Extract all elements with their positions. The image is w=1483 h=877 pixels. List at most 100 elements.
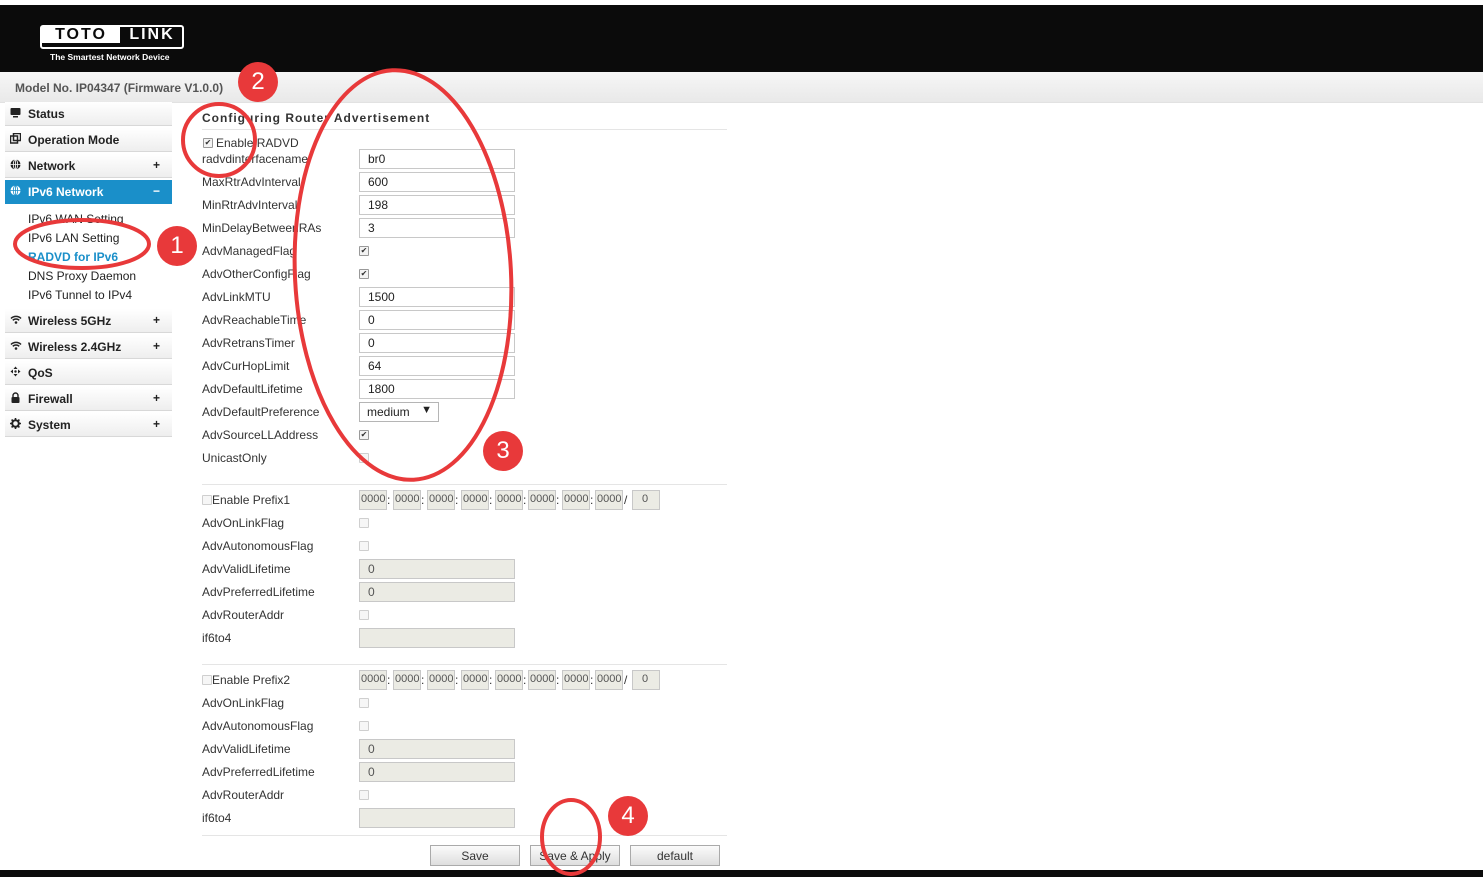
submenu-item-ipv6-lan[interactable]: IPv6 LAN Setting <box>5 229 172 248</box>
field-label: AdvDefaultPreference <box>202 405 320 419</box>
annotation-badge-2: 2 <box>238 62 278 102</box>
page-title: Configuring Router Advertisement <box>202 111 431 125</box>
advsourcelladdress-checkbox[interactable]: ✔ <box>359 430 369 440</box>
prefix-slash: / <box>624 673 628 687</box>
prefix2-preferredlifetime-input[interactable] <box>359 762 515 782</box>
prefix2-segment-7[interactable]: 0000 <box>562 670 590 690</box>
wifi-icon <box>9 340 22 353</box>
sidebar-item-status[interactable]: Status <box>5 102 172 126</box>
prefix2-segment-5[interactable]: 0000 <box>495 670 523 690</box>
submenu-item-ipv6-wan[interactable]: IPv6 WAN Setting <box>5 210 172 229</box>
field-label: AdvAutonomousFlag <box>202 719 314 733</box>
prefix2-routeraddr-checkbox[interactable] <box>359 790 369 800</box>
prefix1-if6to4-input[interactable] <box>359 628 515 648</box>
logo-text-left: TOTO <box>42 27 120 43</box>
enable-prefix1-checkbox[interactable] <box>202 495 212 505</box>
sidebar-item-system[interactable]: System + <box>5 413 172 437</box>
advlinkmtu-input[interactable] <box>359 287 515 307</box>
prefix1-segment-1[interactable]: 0000 <box>359 490 387 510</box>
prefix2-preferred-row: AdvPreferredLifetime <box>202 762 727 782</box>
prefix1-validlifetime-input[interactable] <box>359 559 515 579</box>
prefix1-segment-8[interactable]: 0000 <box>595 490 623 510</box>
sidebar-item-wireless-5ghz[interactable]: Wireless 5GHz + <box>5 309 172 333</box>
enable-prefix2-row: Enable Prefix2 0000 : 0000 : 0000 : 0000… <box>202 670 727 690</box>
prefix2-segment-4[interactable]: 0000 <box>461 670 489 690</box>
prefix2-if6to4-input[interactable] <box>359 808 515 828</box>
segment-colon: : <box>556 493 560 507</box>
enable-radvd-label: Enable RADVD <box>216 136 299 150</box>
prefix2-validlifetime-input[interactable] <box>359 739 515 759</box>
field-label: AdvOnLinkFlag <box>202 696 285 710</box>
expand-icon: + <box>152 339 160 353</box>
prefix1-segment-5[interactable]: 0000 <box>495 490 523 510</box>
prefix1-segment-6[interactable]: 0000 <box>528 490 556 510</box>
sidebar-item-qos[interactable]: QoS <box>5 361 172 385</box>
prefix2-segment-3[interactable]: 0000 <box>427 670 455 690</box>
title-divider <box>202 129 727 130</box>
field-label: AdvValidLifetime <box>202 562 291 576</box>
unicastonly-checkbox[interactable] <box>359 453 369 463</box>
advcurhoplimit-input[interactable] <box>359 356 515 376</box>
header-bar: TOTO LINK The Smartest Network Device <box>0 5 1483 72</box>
expand-icon: + <box>152 391 160 405</box>
prefix1-autonomous-checkbox[interactable] <box>359 541 369 551</box>
maxrtradvinterval-input[interactable] <box>359 172 515 192</box>
prefix2-autonomous-checkbox[interactable] <box>359 721 369 731</box>
sidebar-item-wireless-24ghz[interactable]: Wireless 2.4GHz + <box>5 335 172 359</box>
advreachabletime-input[interactable] <box>359 310 515 330</box>
prefix1-segment-3[interactable]: 0000 <box>427 490 455 510</box>
prefix2-segment-8[interactable]: 0000 <box>595 670 623 690</box>
operation-mode-icon <box>9 132 22 146</box>
field-label: AdvPreferredLifetime <box>202 585 315 599</box>
radvdinterfacename-input[interactable] <box>359 149 515 169</box>
radvdinterfacename-row: radvdinterfacename <box>202 149 727 169</box>
advretranstimer-input[interactable] <box>359 333 515 353</box>
prefix2-segment-1[interactable]: 0000 <box>359 670 387 690</box>
field-label: MinRtrAdvInterval <box>202 198 298 212</box>
advotherconfigflag-checkbox[interactable]: ✔ <box>359 269 369 279</box>
totolink-logo[interactable]: TOTO LINK The Smartest Network Device <box>40 25 186 65</box>
save-apply-button[interactable]: Save & Apply <box>530 845 620 866</box>
prefix2-onlink-checkbox[interactable] <box>359 698 369 708</box>
prefix1-segment-7[interactable]: 0000 <box>562 490 590 510</box>
advdefaultlifetime-input[interactable] <box>359 379 515 399</box>
prefix1-preferredlifetime-input[interactable] <box>359 582 515 602</box>
minrtradvinterval-input[interactable] <box>359 195 515 215</box>
enable-prefix2-checkbox[interactable] <box>202 675 212 685</box>
sidebar-item-operation-mode[interactable]: Operation Mode <box>5 128 172 152</box>
prefix1-segment-4[interactable]: 0000 <box>461 490 489 510</box>
prefix1-routeraddr-checkbox[interactable] <box>359 610 369 620</box>
prefix2-segment-6[interactable]: 0000 <box>528 670 556 690</box>
globe-icon <box>9 159 22 172</box>
prefix2-length[interactable]: 0 <box>632 670 660 690</box>
advmanagedflag-checkbox[interactable]: ✔ <box>359 246 369 256</box>
field-label: AdvManagedFlag <box>202 244 297 258</box>
segment-colon: : <box>489 673 493 687</box>
prefix1-onlink-checkbox[interactable] <box>359 518 369 528</box>
prefix1-length[interactable]: 0 <box>632 490 660 510</box>
field-label: AdvCurHopLimit <box>202 359 290 373</box>
advdefaultpreference-row: AdvDefaultPreference medium ▼ <box>202 402 727 422</box>
sidebar-item-label: QoS <box>28 366 53 380</box>
sidebar: Status Operation Mode Network + IPv6 Net… <box>5 102 172 439</box>
enable-radvd-checkbox[interactable]: ✔ <box>203 138 213 148</box>
submenu-item-dns-proxy[interactable]: DNS Proxy Daemon <box>5 267 172 286</box>
prefix1-valid-row: AdvValidLifetime <box>202 559 727 579</box>
advdefaultlifetime-row: AdvDefaultLifetime <box>202 379 727 399</box>
logo-text-right: LINK <box>129 26 175 43</box>
sidebar-item-firewall[interactable]: Firewall + <box>5 387 172 411</box>
prefix1-segment-2[interactable]: 0000 <box>393 490 421 510</box>
submenu-item-radvd[interactable]: RADVD for IPv6 <box>5 248 172 267</box>
field-label: MinDelayBetweenRAs <box>202 221 322 235</box>
submenu-item-ipv6-tunnel[interactable]: IPv6 Tunnel to IPv4 <box>5 286 172 305</box>
button-row: Save Save & Apply default <box>202 845 727 866</box>
prefix2-segment-2[interactable]: 0000 <box>393 670 421 690</box>
sidebar-item-network[interactable]: Network + <box>5 154 172 178</box>
default-button[interactable]: default <box>630 845 720 866</box>
prefix2-routeraddr-row: AdvRouterAddr <box>202 785 727 805</box>
advdefaultpreference-select[interactable]: medium ▼ <box>359 402 439 422</box>
save-button[interactable]: Save <box>430 845 520 866</box>
mindelaybetweenras-input[interactable] <box>359 218 515 238</box>
sidebar-item-ipv6-network[interactable]: IPv6 Network − <box>5 180 172 204</box>
prefix1-if6to4-row: if6to4 <box>202 628 727 648</box>
